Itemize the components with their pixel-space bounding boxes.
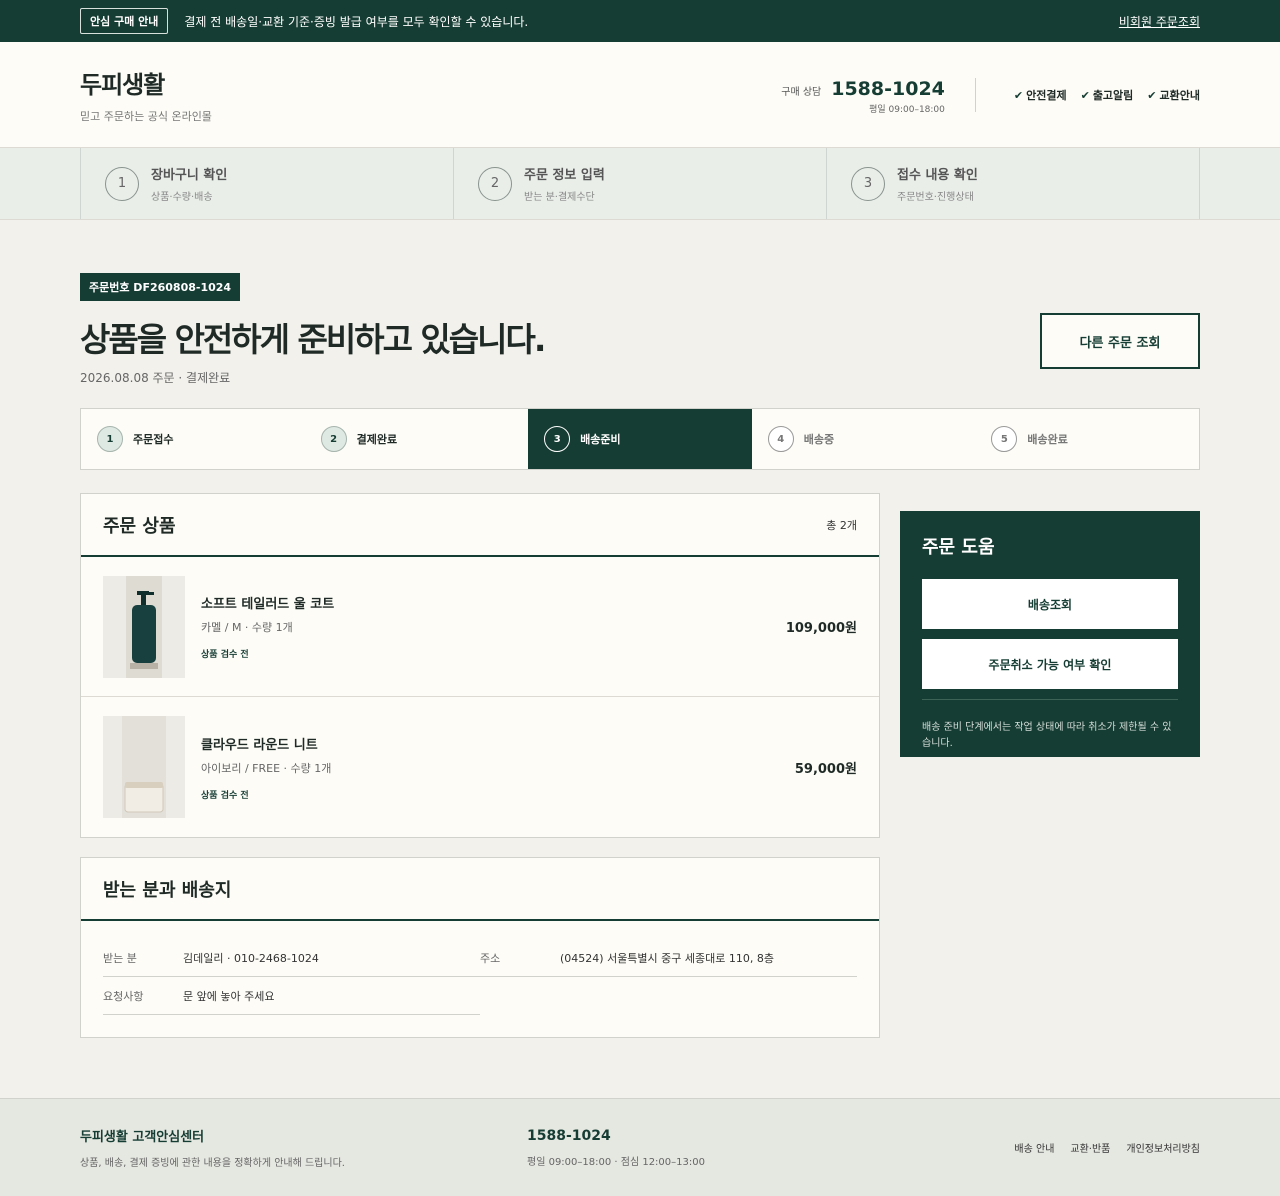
progress-step-paid: 2 결제완료 xyxy=(305,409,529,469)
site-footer: 두피생활 고객안심센터 상품, 배송, 결제 증빙에 관한 내용을 정확하게 안… xyxy=(0,1098,1280,1196)
request-value: 문 앞에 놓아 주세요 xyxy=(183,989,275,1003)
product-option: 아이보리 / FREE · 수량 1개 xyxy=(201,761,332,775)
recipient-row: 받는 분 김데일리 · 010-2468-1024 xyxy=(103,939,480,977)
card-header: 받는 분과 배송지 xyxy=(81,858,879,921)
footer-contact: 1588-1024 평일 09:00–18:00 · 점심 12:00–13:0… xyxy=(527,1128,705,1168)
product-name: 클라우드 라운드 니트 xyxy=(201,737,318,753)
checkout-step: 3 접수 내용 확인주문번호·진행상태 xyxy=(826,148,1200,219)
shipping-details: 받는 분 김데일리 · 010-2468-1024 주소 (04524) 서울특별시… xyxy=(81,921,879,1037)
step-desc: 받는 분·결제수단 xyxy=(524,192,595,203)
progress-step-shipping: 4 배송중 xyxy=(752,409,976,469)
address-row: 주소 (04524) 서울특별시 중구 세종대로 110, 8층 xyxy=(480,939,857,977)
contact-hours: 평일 09:00–18:00 xyxy=(869,104,945,115)
product-state: 상품 검수 전 xyxy=(201,790,249,801)
step-name: 주문 정보 입력 xyxy=(524,168,605,183)
contact-phone: 1588-1024 xyxy=(831,77,945,100)
footer-hours: 평일 09:00–18:00 · 점심 12:00–13:00 xyxy=(527,1156,705,1168)
content-columns: 주문 상품 총 2개 소프트 테일러드 울 코트 카멜 / M · 수량 1개 … xyxy=(80,493,1200,1057)
guest-order-lookup-link[interactable]: 비회원 주문조회 xyxy=(1119,13,1200,30)
checkout-steps: 1 장바구니 확인상품·수량·배송 2 주문 정보 입력받는 분·결제수단 3 … xyxy=(0,148,1280,220)
footer-center: 두피생활 고객안심센터 상품, 배송, 결제 증빙에 관한 내용을 정확하게 안… xyxy=(80,1126,527,1169)
step-name: 장바구니 확인 xyxy=(151,168,228,183)
step-desc: 주문번호·진행상태 xyxy=(897,192,974,203)
order-progress: 1 주문접수 2 결제완료 3 배송준비 4 배송중 5 배송완료 xyxy=(80,408,1200,470)
step-name: 접수 내용 확인 xyxy=(897,168,978,183)
step-desc: 상품·수량·배송 xyxy=(151,192,213,203)
left-column: 주문 상품 총 2개 소프트 테일러드 울 코트 카멜 / M · 수량 1개 … xyxy=(80,493,880,1057)
progress-number: 1 xyxy=(97,426,123,452)
footer-link-privacy[interactable]: 개인정보처리방침 xyxy=(1126,1140,1200,1155)
jar-icon xyxy=(103,716,185,818)
product-item[interactable]: 소프트 테일러드 울 코트 카멜 / M · 수량 1개 상품 검수 전 109… xyxy=(81,557,879,697)
product-name: 소프트 테일러드 울 코트 xyxy=(201,597,335,612)
footer-phone: 1588-1024 xyxy=(527,1127,611,1144)
product-option: 카멜 / M · 수량 1개 xyxy=(201,621,293,634)
main-content: 주문번호 DF260808-1024 상품을 안전하게 준비하고 있습니다. 2… xyxy=(0,220,1280,1057)
help-title: 주문 도움 xyxy=(922,537,995,558)
trust-badge: ✔ 출고알림 xyxy=(1080,88,1134,102)
footer-center-desc: 상품, 배송, 결제 증빙에 관한 내용을 정확하게 안내해 드립니다. xyxy=(80,1158,345,1169)
top-notice-bar: 안심 구매 안내 결제 전 배송일·교환 기준·증빙 발급 여부를 모두 확인할… xyxy=(0,0,1280,42)
recipient-value: 김데일리 · 010-2468-1024 xyxy=(183,951,319,965)
brand-logo[interactable]: 두피생활 xyxy=(80,65,212,100)
product-state: 상품 검수 전 xyxy=(201,650,249,660)
trust-badge: ✔ 안전결제 xyxy=(1013,88,1067,102)
address-value: (04524) 서울특별시 중구 세종대로 110, 8층 xyxy=(560,951,774,965)
shipping-title: 받는 분과 배송지 xyxy=(103,879,232,901)
progress-number: 4 xyxy=(767,426,794,452)
checkout-step: 2 주문 정보 입력받는 분·결제수단 xyxy=(453,148,826,219)
page-title: 상품을 안전하게 준비하고 있습니다. xyxy=(80,320,546,359)
checkout-step: 1 장바구니 확인상품·수량·배송 xyxy=(80,148,453,219)
check-icon: ✔ xyxy=(1080,88,1090,102)
step-number: 3 xyxy=(851,166,885,201)
order-date-status: 2026.08.08 주문 · 결제완료 xyxy=(80,371,231,385)
footer-link-shipping[interactable]: 배송 안내 xyxy=(1014,1140,1054,1155)
notice-text: 결제 전 배송일·교환 기준·증빙 발급 여부를 모두 확인할 수 있습니다. xyxy=(184,14,529,29)
site-header: 두피생활 믿고 주문하는 공식 온라인몰 구매 상담 1588-1024 평일 … xyxy=(0,42,1280,148)
other-order-lookup-button[interactable]: 다른 주문 조회 xyxy=(1040,313,1200,369)
progress-step-received: 1 주문접수 xyxy=(81,409,305,469)
help-note: 배송 준비 단계에서는 작업 상태에 따라 취소가 제한될 수 있습니다. xyxy=(922,722,1172,749)
track-delivery-button[interactable]: 배송조회 xyxy=(922,579,1178,629)
check-icon: ✔ xyxy=(1013,88,1024,102)
order-products-card: 주문 상품 총 2개 소프트 테일러드 울 코트 카멜 / M · 수량 1개 … xyxy=(80,493,880,838)
contact-label: 구매 상담 xyxy=(781,86,822,98)
products-count: 총 2개 xyxy=(826,518,857,532)
order-help-panel: 주문 도움 배송조회 주문취소 가능 여부 확인 배송 준비 단계에서는 작업 … xyxy=(900,511,1200,757)
request-row: 요청사항 문 앞에 놓아 주세요 xyxy=(103,977,480,1015)
progress-number: 2 xyxy=(320,426,347,452)
footer-link-returns[interactable]: 교환·반품 xyxy=(1070,1140,1110,1155)
help-divider xyxy=(922,699,1178,700)
progress-step-preparing: 3 배송준비 xyxy=(528,409,752,469)
footer-links: 배송 안내 교환·반품 개인정보처리방침 xyxy=(1014,1140,1200,1155)
footer-center-name: 두피생활 고객안심센터 xyxy=(80,1130,205,1145)
bottle-icon xyxy=(103,575,185,678)
trust-badges: ✔ 안전결제 ✔ 출고알림 ✔ 교환안내 xyxy=(1014,87,1200,103)
contact-info: 구매 상담 1588-1024 평일 09:00–18:00 xyxy=(781,77,976,115)
step-number: 2 xyxy=(478,166,512,201)
check-icon: ✔ xyxy=(1147,88,1157,102)
card-header: 주문 상품 총 2개 xyxy=(81,494,879,557)
brand-tagline: 믿고 주문하는 공식 온라인몰 xyxy=(80,110,212,123)
order-number-badge: 주문번호 DF260808-1024 xyxy=(80,273,241,301)
product-price: 59,000원 xyxy=(794,761,857,777)
cancel-check-button[interactable]: 주문취소 가능 여부 확인 xyxy=(922,639,1178,689)
shipping-card: 받는 분과 배송지 받는 분 김데일리 · 010-2468-1024 주소 (04… xyxy=(80,857,880,1038)
progress-step-delivered: 5 배송완료 xyxy=(975,409,1199,469)
progress-number: 5 xyxy=(991,426,1018,452)
products-title: 주문 상품 xyxy=(103,515,176,537)
product-price: 109,000원 xyxy=(785,621,857,636)
safe-purchase-badge: 안심 구매 안내 xyxy=(80,8,169,34)
progress-number: 3 xyxy=(544,426,571,452)
trust-badge: ✔ 교환안내 xyxy=(1147,88,1200,102)
step-number: 1 xyxy=(105,166,139,201)
product-item[interactable]: 클라우드 라운드 니트 아이보리 / FREE · 수량 1개 상품 검수 전 … xyxy=(81,697,879,837)
brand: 두피생활 믿고 주문하는 공식 온라인몰 xyxy=(80,65,212,124)
